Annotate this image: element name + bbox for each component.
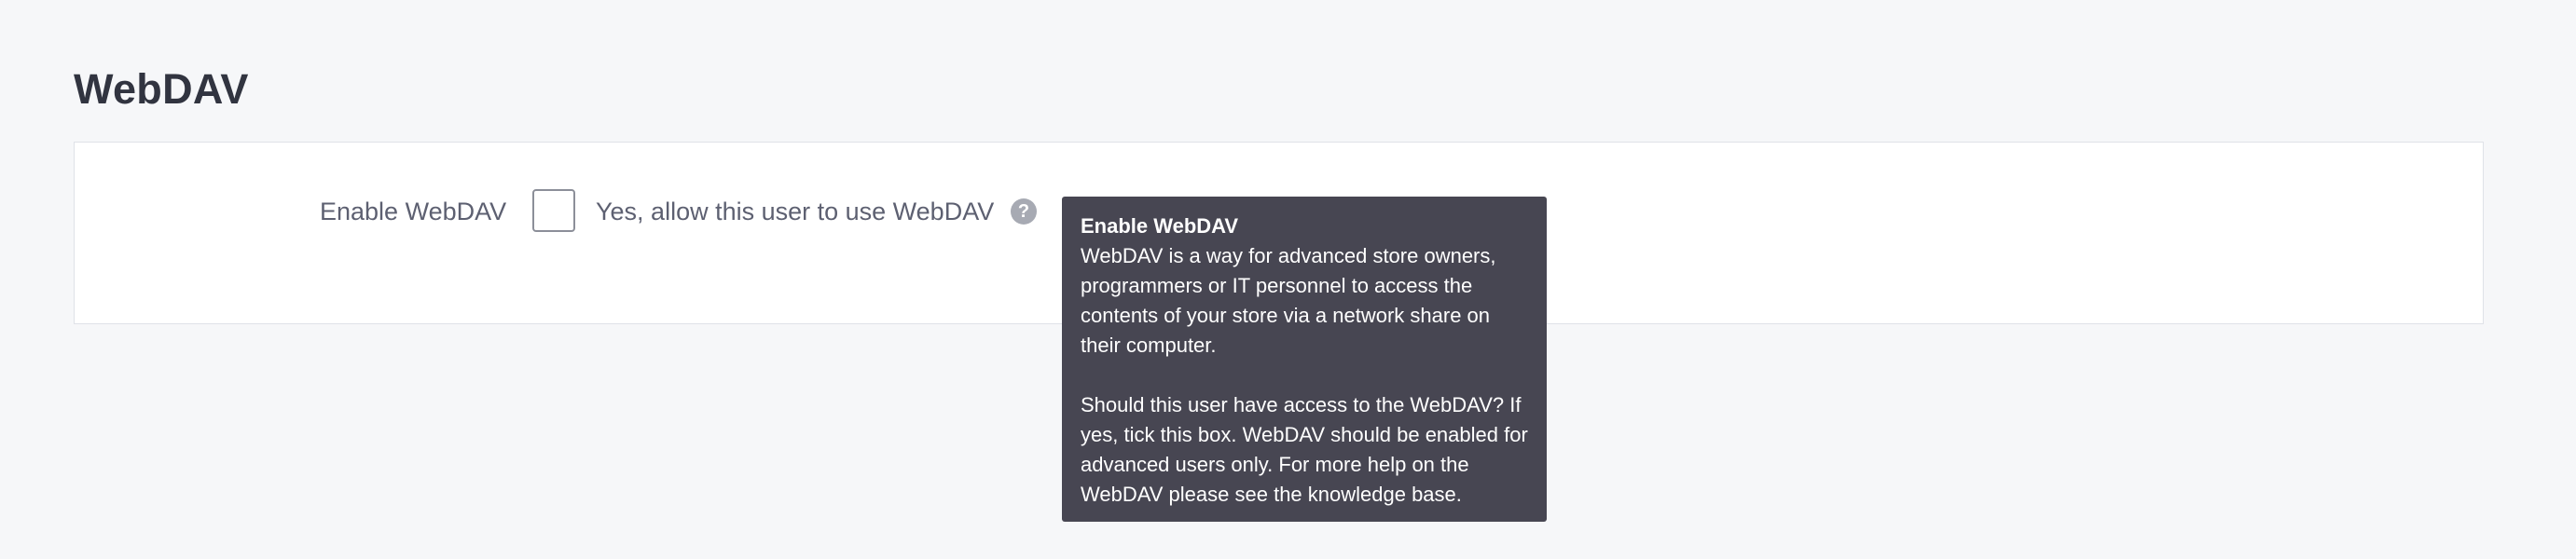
tooltip-paragraph-1: WebDAV is a way for advanced store owner… — [1081, 244, 1496, 357]
help-tooltip: Enable WebDAV WebDAV is a way for advanc… — [1062, 197, 1547, 522]
enable-webdav-label: Enable WebDAV — [320, 198, 507, 225]
tooltip-paragraph-2: Should this user have access to the WebD… — [1081, 393, 1528, 506]
section-title: WebDAV — [74, 65, 249, 113]
question-circle-icon[interactable]: ? — [1011, 198, 1037, 225]
tooltip-title: Enable WebDAV — [1081, 214, 1239, 238]
enable-webdav-checkbox-label[interactable]: Yes, allow this user to use WebDAV — [596, 191, 994, 232]
tooltip-spacer — [1081, 361, 1528, 390]
enable-webdav-checkbox[interactable] — [532, 189, 575, 232]
